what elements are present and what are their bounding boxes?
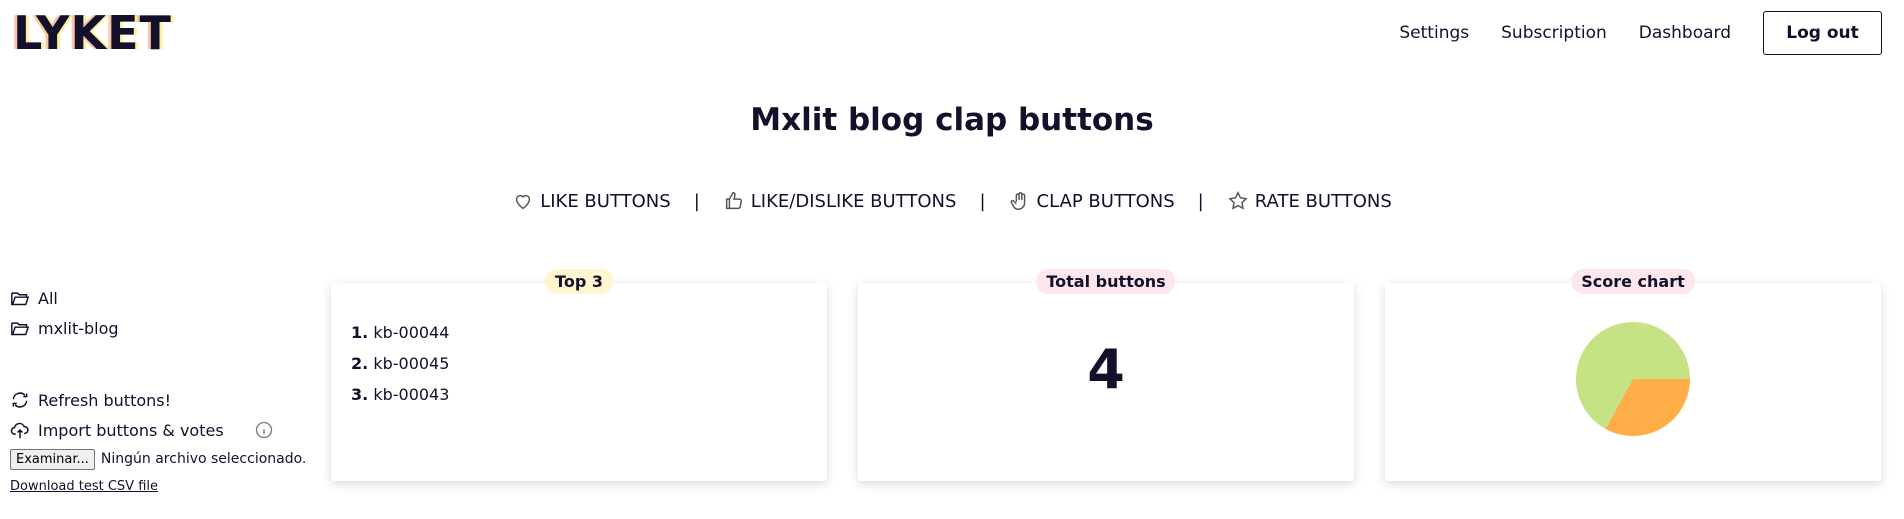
cloud-upload-icon xyxy=(10,422,29,439)
file-status-text: Ningún archivo seleccionado. xyxy=(100,451,307,467)
button-type-tabs: LIKE BUTTONS | LIKE/DISLIKE BUTTONS | CL… xyxy=(0,190,1904,212)
rank-number: 2. xyxy=(351,354,369,373)
star-icon xyxy=(1228,191,1248,210)
import-buttons-action[interactable]: Import buttons & votes xyxy=(10,415,310,445)
heart-icon xyxy=(516,194,531,210)
sidebar: All mxlit-blog Refresh buttons! Import b… xyxy=(10,283,310,499)
refresh-icon xyxy=(12,392,28,408)
rank-number: 3. xyxy=(351,385,369,404)
tab-like-dislike-label: LIKE/DISLIKE BUTTONS xyxy=(750,190,957,212)
tab-rate-buttons[interactable]: RATE BUTTONS xyxy=(1227,190,1392,212)
hand-icon xyxy=(1010,192,1025,210)
download-csv-link[interactable]: Download test CSV file xyxy=(10,479,158,494)
folder-label: mxlit-blog xyxy=(38,318,119,338)
rank-number: 1. xyxy=(351,323,369,342)
button-id: kb-00043 xyxy=(373,385,450,404)
tab-like-buttons[interactable]: LIKE BUTTONS xyxy=(512,190,671,212)
top3-card-label: Top 3 xyxy=(545,269,613,294)
total-buttons-card: Total buttons 4 xyxy=(858,269,1354,481)
refresh-buttons-action[interactable]: Refresh buttons! xyxy=(10,385,310,415)
score-pie-chart xyxy=(1576,322,1690,436)
csv-link-row: Download test CSV file xyxy=(10,473,310,499)
top-nav: Settings Subscription Dashboard Log out xyxy=(1399,11,1882,55)
tab-like-label: LIKE BUTTONS xyxy=(540,190,671,212)
folder-open-icon xyxy=(11,292,30,306)
folder-label: All xyxy=(38,288,58,308)
page-title: Mxlit blog clap buttons xyxy=(750,102,1154,138)
list-item: 2. kb-00045 xyxy=(351,354,449,385)
tab-clap-label: CLAP BUTTONS xyxy=(1036,190,1175,212)
tab-separator: | xyxy=(693,190,700,212)
total-buttons-value: 4 xyxy=(1087,338,1125,401)
score-chart-card-label: Score chart xyxy=(1571,269,1695,294)
file-browse-button[interactable]: Examinar... xyxy=(10,448,95,470)
logo[interactable]: LYKET xyxy=(13,6,172,60)
folder-item-mxlit-blog[interactable]: mxlit-blog xyxy=(10,313,310,343)
total-buttons-card-label: Total buttons xyxy=(1036,269,1176,294)
info-icon[interactable] xyxy=(254,420,274,440)
tab-rate-label: RATE BUTTONS xyxy=(1254,190,1392,212)
score-chart-card: Score chart xyxy=(1385,269,1881,481)
button-id: kb-00045 xyxy=(373,354,450,373)
header: LYKET Settings Subscription Dashboard Lo… xyxy=(0,0,1904,64)
list-item: 1. kb-00044 xyxy=(351,323,449,354)
nav-dashboard-link[interactable]: Dashboard xyxy=(1639,23,1731,43)
list-item: 3. kb-00043 xyxy=(351,385,449,416)
thumbs-up-icon xyxy=(725,192,742,210)
refresh-label: Refresh buttons! xyxy=(38,390,172,410)
nav-subscription-link[interactable]: Subscription xyxy=(1501,23,1607,43)
tab-clap-buttons[interactable]: CLAP BUTTONS xyxy=(1009,190,1175,212)
folder-open-icon xyxy=(11,322,30,336)
logout-button[interactable]: Log out xyxy=(1763,11,1882,55)
top3-list: 1. kb-00044 2. kb-00045 3. kb-00043 xyxy=(351,323,449,416)
nav-settings-link[interactable]: Settings xyxy=(1399,23,1469,43)
import-label: Import buttons & votes xyxy=(38,420,224,440)
tab-separator: | xyxy=(979,190,986,212)
file-input-row: Examinar... Ningún archivo seleccionado. xyxy=(10,445,310,473)
folder-item-all[interactable]: All xyxy=(10,283,310,313)
tab-like-dislike-buttons[interactable]: LIKE/DISLIKE BUTTONS xyxy=(723,190,957,212)
button-id: kb-00044 xyxy=(373,323,450,342)
top3-card: Top 3 1. kb-00044 2. kb-00045 3. kb-0004… xyxy=(331,269,827,481)
tab-separator: | xyxy=(1197,190,1204,212)
